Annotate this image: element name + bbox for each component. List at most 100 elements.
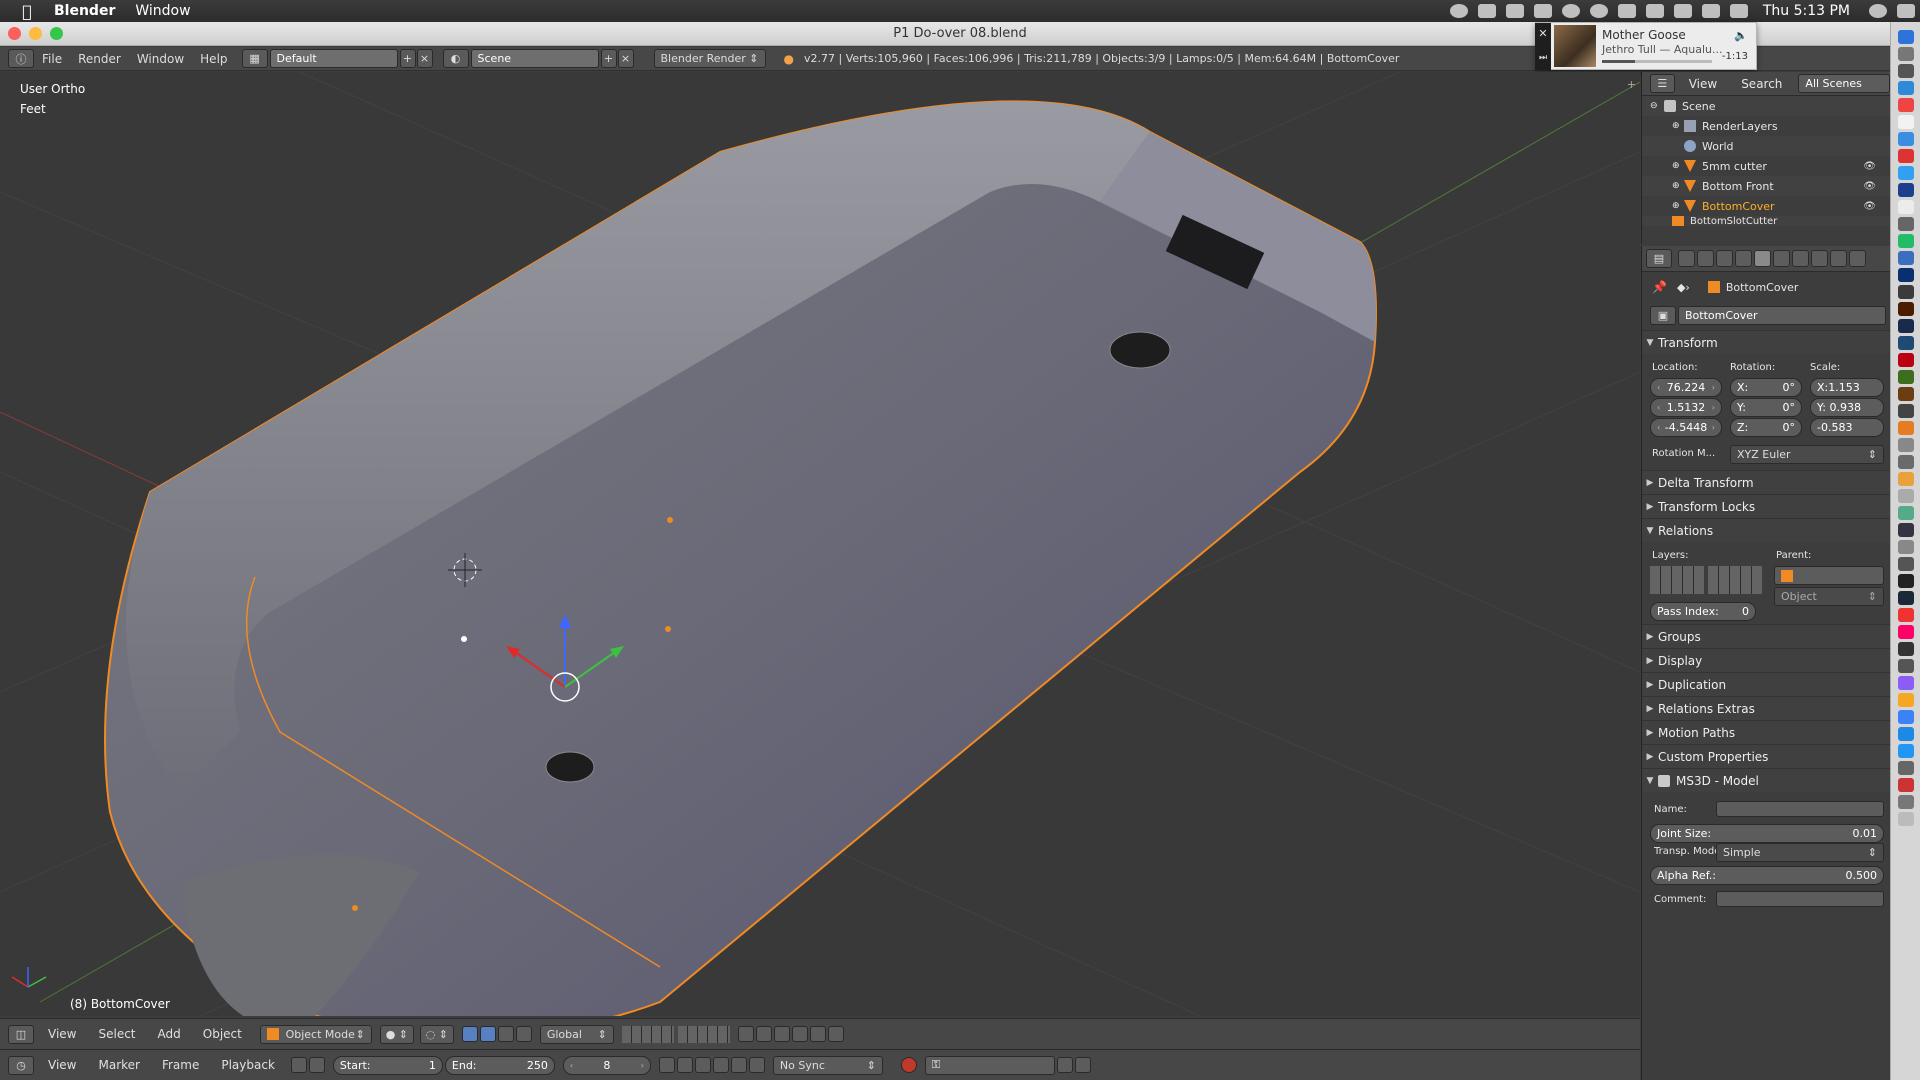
data-tab-icon[interactable]: [1811, 250, 1828, 267]
app-icon[interactable]: [1897, 285, 1914, 299]
app-icon[interactable]: [1897, 625, 1914, 639]
steam-app-icon[interactable]: [1897, 591, 1914, 605]
object-browse-icon[interactable]: ▣: [1650, 306, 1676, 325]
app-icon[interactable]: [1897, 319, 1914, 333]
material-tab-icon[interactable]: [1830, 250, 1847, 267]
photoshop-app-icon[interactable]: [1897, 268, 1914, 282]
app-icon[interactable]: [1897, 404, 1914, 418]
circle-icon[interactable]: [1561, 4, 1580, 18]
app-icon[interactable]: [1897, 710, 1914, 724]
manipulator-toggle-icon[interactable]: [461, 1026, 478, 1042]
constraints-tab-icon[interactable]: [1773, 250, 1790, 267]
relations-panel-header[interactable]: ▼ Relations: [1642, 518, 1890, 542]
location-z-field[interactable]: ‹ -4.5448 ›: [1650, 418, 1722, 437]
texture-tab-icon[interactable]: [1849, 250, 1866, 267]
menu-object[interactable]: Object: [203, 1027, 242, 1041]
app-icon[interactable]: [1897, 744, 1914, 758]
rotation-x-field[interactable]: X: 0°: [1730, 378, 1802, 397]
relations-extras-panel-header[interactable]: ▶ Relations Extras: [1642, 696, 1890, 720]
notification-skip-icon[interactable]: ⏭: [1535, 47, 1551, 70]
properties-editor-icon[interactable]: ▤: [1646, 249, 1672, 268]
notification-close-icon[interactable]: ✕: [1535, 23, 1551, 47]
lock-layers-icon[interactable]: [737, 1026, 754, 1042]
apple-icon[interactable]: : [0, 2, 54, 21]
menu-add[interactable]: Add: [158, 1027, 181, 1041]
groups-panel-header[interactable]: ▶ Groups: [1642, 624, 1890, 648]
expand-icon[interactable]: ⊕: [1672, 181, 1684, 191]
screen-layout-icon[interactable]: ▦: [241, 49, 268, 68]
object-name-field[interactable]: BottomCover: [1678, 306, 1886, 325]
illustrator-app-icon[interactable]: [1897, 302, 1914, 316]
menu-file[interactable]: File: [42, 52, 62, 66]
custom-properties-panel-header[interactable]: ▶ Custom Properties: [1642, 744, 1890, 768]
launchpad-app-icon[interactable]: [1897, 47, 1914, 61]
add-scene-button[interactable]: +: [600, 49, 617, 68]
blender-app-icon[interactable]: [1897, 472, 1914, 486]
wifi-icon[interactable]: [1673, 4, 1692, 18]
joint-size-field[interactable]: Joint Size: 0.01: [1650, 824, 1884, 843]
play-icon[interactable]: [712, 1057, 729, 1073]
remove-layout-button[interactable]: ×: [416, 49, 433, 68]
end-frame-field[interactable]: End: 250: [444, 1055, 555, 1075]
alpha-ref-slider[interactable]: Alpha Ref.: 0.500: [1650, 866, 1884, 885]
parent-field[interactable]: [1774, 566, 1884, 585]
eject-icon[interactable]: [1617, 4, 1636, 18]
notification-center-icon[interactable]: [1897, 4, 1915, 18]
bluetooth-icon[interactable]: [1645, 4, 1664, 18]
start-frame-field[interactable]: Start: 1: [332, 1055, 443, 1075]
rotation-y-field[interactable]: Y: 0°: [1730, 398, 1802, 417]
increment-arrow-icon[interactable]: ›: [1712, 383, 1715, 392]
outliner-row-bottom-front[interactable]: ⊕ Bottom Front 👁: [1642, 176, 1890, 196]
outliner-menu-search[interactable]: Search: [1741, 77, 1782, 91]
mail-app-icon[interactable]: [1897, 132, 1914, 146]
sync-mode-dropdown[interactable]: No Sync ⇕: [772, 1055, 883, 1075]
bridge-app-icon[interactable]: [1897, 387, 1914, 401]
cloud-icon[interactable]: [1505, 4, 1524, 18]
expand-icon[interactable]: ⊕: [1672, 201, 1684, 211]
visibility-eye-icon[interactable]: 👁: [1863, 181, 1876, 192]
preview-range-icon[interactable]: [290, 1057, 307, 1073]
menu-window[interactable]: Window: [137, 52, 184, 66]
numbers-app-icon[interactable]: [1897, 234, 1914, 248]
increment-arrow-icon[interactable]: ›: [1712, 403, 1715, 412]
app-icon[interactable]: [1897, 642, 1914, 656]
add-layout-button[interactable]: +: [399, 49, 416, 68]
lightroom-app-icon[interactable]: [1897, 336, 1914, 350]
location-x-field[interactable]: ‹ 76.224 ›: [1650, 378, 1722, 397]
app-icon[interactable]: [1897, 608, 1914, 622]
outliner-row-5mm-cutter[interactable]: ⊕ 5mm cutter 👁: [1642, 156, 1890, 176]
app-icon[interactable]: [1897, 659, 1914, 673]
finder-app-icon[interactable]: [1897, 30, 1914, 44]
viewport-shading-dropdown[interactable]: ● ⇕: [379, 1024, 414, 1044]
outliner-display-mode[interactable]: All Scenes: [1798, 74, 1890, 93]
current-frame-field[interactable]: ‹ 8 ›: [562, 1055, 651, 1075]
transform-locks-panel-header[interactable]: ▶ Transform Locks: [1642, 494, 1890, 518]
outliner-menu-view[interactable]: View: [1689, 77, 1717, 91]
expand-icon[interactable]: ⊕: [1672, 121, 1684, 131]
app-icon[interactable]: [1897, 676, 1914, 690]
layers-grid-b[interactable]: [1708, 566, 1762, 594]
chrome-app-icon[interactable]: [1897, 98, 1914, 112]
3d-editor-type-icon[interactable]: ◫: [8, 1024, 34, 1044]
notes-app-icon[interactable]: [1897, 115, 1914, 129]
unity-app-icon[interactable]: [1897, 574, 1914, 588]
decrement-arrow-icon[interactable]: ‹: [1657, 403, 1660, 412]
3d-viewport[interactable]: User Ortho Feet (8) BottomCover +: [0, 72, 1640, 1016]
outliner-editor-icon[interactable]: ☰: [1650, 74, 1675, 93]
app-icon[interactable]: [1897, 217, 1914, 231]
timeline-menu-frame[interactable]: Frame: [162, 1058, 199, 1072]
scene-field[interactable]: Scene: [470, 49, 599, 68]
pin-icon[interactable]: 📌: [1652, 280, 1667, 294]
auto-keying-record-icon[interactable]: [900, 1057, 917, 1073]
object-tab-icon[interactable]: [1754, 250, 1771, 267]
scene-layers-grid-a[interactable]: [621, 1025, 674, 1043]
modifiers-tab-icon[interactable]: [1792, 250, 1809, 267]
app-icon[interactable]: [1897, 540, 1914, 554]
app-icon[interactable]: [1897, 455, 1914, 469]
scene-tab-icon[interactable]: [1716, 250, 1733, 267]
scale-z-field[interactable]: -0.583: [1810, 418, 1884, 437]
world-tab-icon[interactable]: [1735, 250, 1752, 267]
app-menu[interactable]: Blender: [54, 3, 115, 19]
jump-prev-keyframe-icon[interactable]: [676, 1057, 693, 1073]
motion-paths-panel-header[interactable]: ▶ Motion Paths: [1642, 720, 1890, 744]
